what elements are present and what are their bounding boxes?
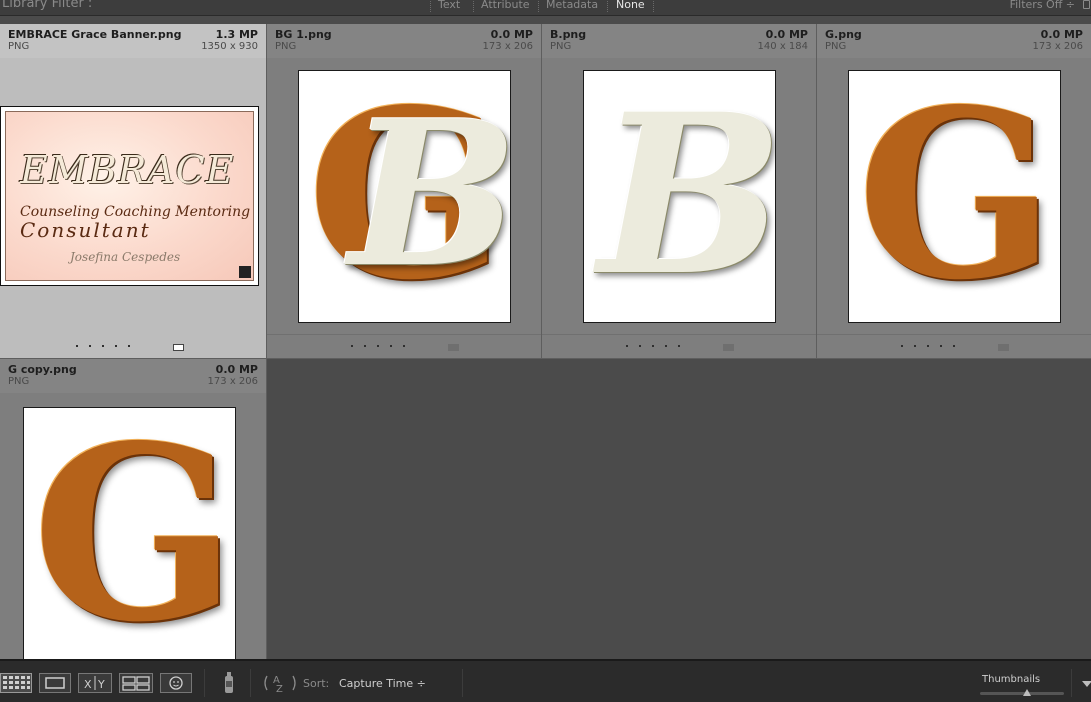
cell-footer <box>267 334 541 358</box>
flag-badge-icon[interactable] <box>448 344 459 351</box>
grid-cell-g[interactable]: G.png 0.0 MP PNG 173 x 206 G <box>817 24 1091 359</box>
filter-none-option[interactable]: None <box>616 0 645 11</box>
thumbnail-size-slider[interactable] <box>980 692 1064 695</box>
painter-spray-icon[interactable] <box>221 671 237 699</box>
compare-view-icon[interactable]: X Y <box>78 673 112 693</box>
image-dimensions: 140 x 184 <box>757 41 808 52</box>
cell-footer <box>817 334 1091 358</box>
file-name: EMBRACE Grace Banner.png <box>8 28 182 41</box>
library-filter-bar: Library Filter : Text Attribute Metadata… <box>0 0 1091 16</box>
file-type: PNG <box>275 41 297 52</box>
filter-separator <box>430 1 431 12</box>
flag-badge-icon[interactable] <box>723 344 734 351</box>
filter-attribute-option[interactable]: Attribute <box>481 0 530 11</box>
filter-separator <box>473 1 474 12</box>
image-dimensions: 173 x 206 <box>1032 41 1083 52</box>
cell-footer <box>542 334 816 358</box>
letter-b-artwork: B <box>598 70 776 323</box>
flag-badge-icon[interactable] <box>998 344 1009 351</box>
file-name: G.png <box>825 28 862 41</box>
people-view-icon[interactable] <box>160 673 192 693</box>
lock-icon[interactable] <box>1083 0 1090 9</box>
rating-dots[interactable] <box>76 345 156 349</box>
banner-line-2: Consultant <box>20 218 151 242</box>
megapixels: 0.0 MP <box>765 28 808 41</box>
thumbnail-image[interactable]: EMBRACE Counseling Coaching Mentoring Co… <box>0 106 259 286</box>
megapixels: 0.0 MP <box>1040 28 1083 41</box>
compare-x-label: X <box>84 678 92 691</box>
sort-label: Sort: <box>303 677 330 690</box>
library-filter-title: Library Filter : <box>2 0 93 11</box>
grid-cell-embrace-banner[interactable]: EMBRACE Grace Banner.png 1.3 MP PNG 1350… <box>0 24 267 359</box>
letter-g-artwork: G <box>857 70 1056 323</box>
file-type: PNG <box>825 41 847 52</box>
compare-y-label: Y <box>97 678 105 691</box>
file-type: PNG <box>550 41 572 52</box>
grid-cell-b[interactable]: B.png 0.0 MP PNG 140 x 184 B <box>542 24 817 359</box>
letter-b-artwork: B <box>349 77 511 312</box>
letter-g-artwork: G <box>32 407 236 667</box>
svg-text:Z: Z <box>276 684 283 694</box>
file-name: G copy.png <box>8 363 77 376</box>
file-name: BG 1.png <box>275 28 332 41</box>
banner-artwork: EMBRACE Counseling Coaching Mentoring Co… <box>5 111 254 281</box>
file-type: PNG <box>8 41 30 52</box>
grid-cell-g-copy[interactable]: G copy.png 0.0 MP PNG 173 x 206 G <box>0 359 267 667</box>
thumbnail-image[interactable]: G B <box>298 70 511 323</box>
grid-cell-bg1[interactable]: BG 1.png 0.0 MP PNG 173 x 206 G B <box>267 24 542 359</box>
image-dimensions: 173 x 206 <box>482 41 533 52</box>
rating-dots[interactable] <box>351 345 431 349</box>
toolbar-menu-chevron-icon[interactable] <box>1082 681 1091 687</box>
filter-separator <box>653 1 654 12</box>
toolbar-divider <box>204 669 205 697</box>
thumbnails-label: Thumbnails <box>982 674 1041 685</box>
grid-view-icon[interactable] <box>0 673 32 693</box>
rating-dots[interactable] <box>901 345 981 349</box>
filter-text-option[interactable]: Text <box>438 0 460 11</box>
file-name: B.png <box>550 28 587 41</box>
filters-off-dropdown[interactable]: Filters Off ÷ <box>1010 0 1075 11</box>
sort-az-icon[interactable]: AZ <box>262 672 298 698</box>
thumbnail-image[interactable]: B <box>583 70 776 323</box>
image-dimensions: 1350 x 930 <box>201 41 258 52</box>
thumbnail-image[interactable]: G <box>848 70 1061 323</box>
file-type: PNG <box>8 376 30 387</box>
filter-separator <box>607 1 608 12</box>
rating-dots[interactable] <box>626 345 706 349</box>
filter-separator <box>538 1 539 12</box>
megapixels: 1.3 MP <box>215 28 258 41</box>
filter-metadata-option[interactable]: Metadata <box>546 0 598 11</box>
survey-view-icon[interactable] <box>119 673 153 693</box>
toolbar-divider <box>1071 669 1072 697</box>
megapixels: 0.0 MP <box>490 28 533 41</box>
thumbnail-image[interactable]: G <box>23 407 236 667</box>
toolbar-divider <box>462 669 463 697</box>
banner-title: EMBRACE <box>20 148 235 192</box>
loupe-view-icon[interactable] <box>39 673 71 693</box>
bottom-toolbar: X Y AZ Sort: Capture Time ÷ Thumbnails <box>0 659 1091 702</box>
image-dimensions: 173 x 206 <box>207 376 258 387</box>
edit-badge-icon <box>239 266 251 278</box>
megapixels: 0.0 MP <box>215 363 258 376</box>
banner-line-3: Josefina Cespedes <box>70 250 181 264</box>
cell-footer <box>0 334 266 358</box>
flag-badge-icon[interactable] <box>173 344 184 351</box>
thumbnail-size-knob[interactable] <box>1023 689 1031 696</box>
toolbar-divider <box>250 669 251 697</box>
sort-dropdown[interactable]: Capture Time ÷ <box>339 677 426 690</box>
